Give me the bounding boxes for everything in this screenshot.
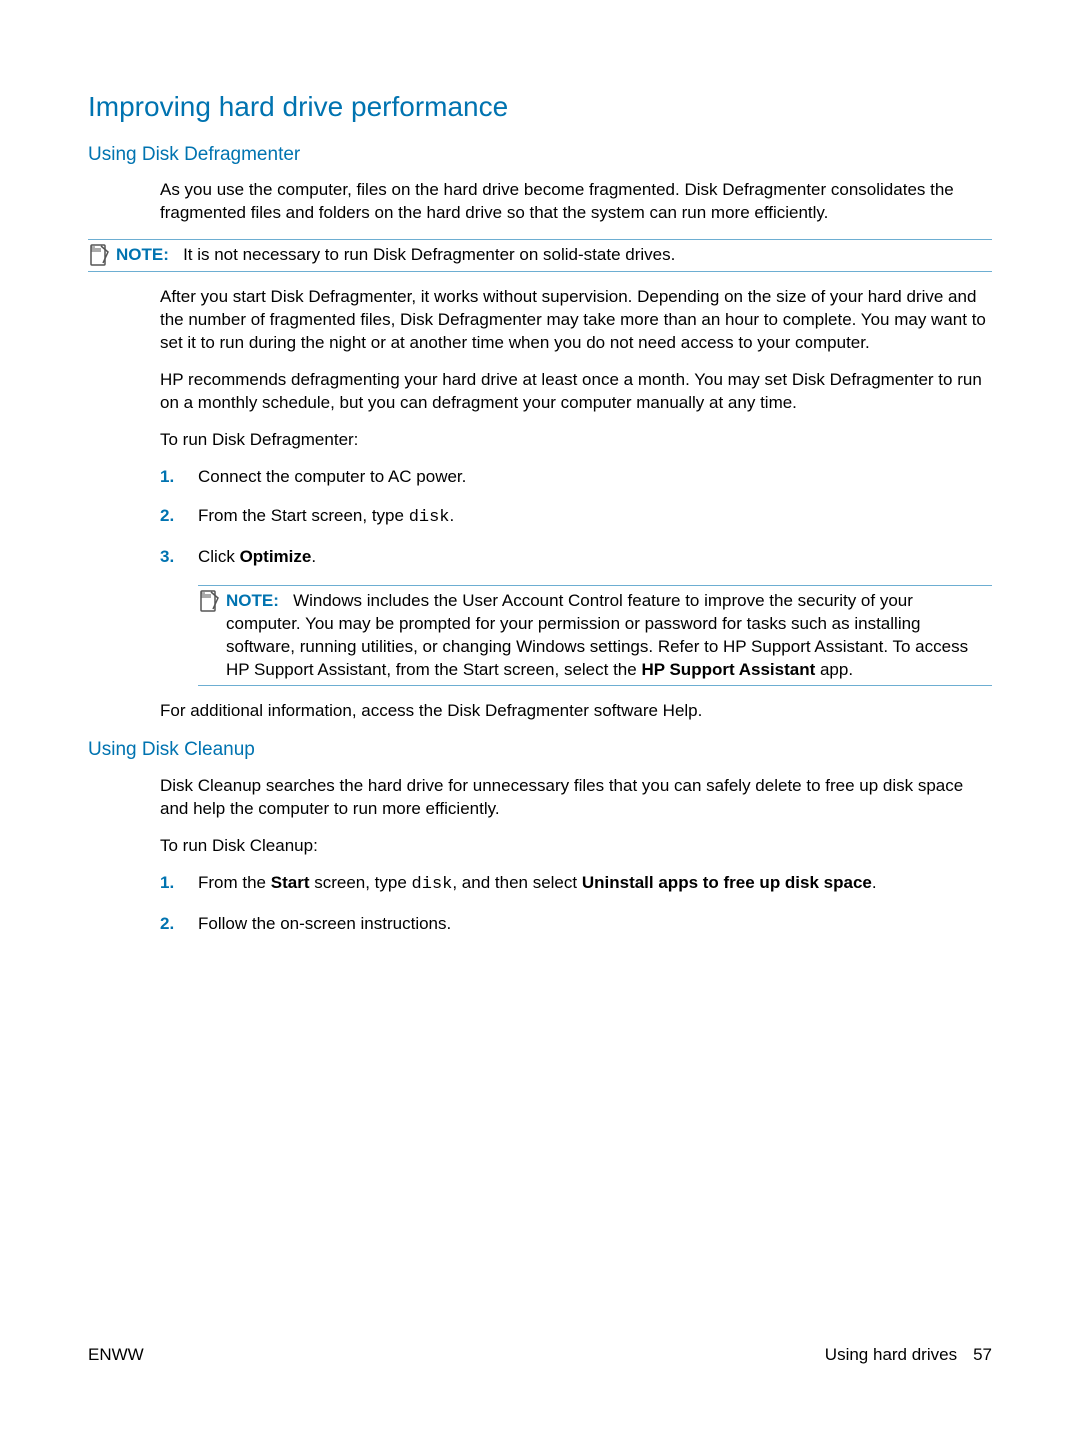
step-3: Click Optimize. <box>160 546 992 569</box>
step-1-pre: From the <box>198 873 271 892</box>
step-1-text: Connect the computer to AC power. <box>198 467 466 486</box>
note-icon <box>88 244 110 273</box>
step-3-pre: Click <box>198 547 240 566</box>
footer-right: Using hard drives 57 <box>825 1344 992 1367</box>
para-s1-to-run: To run Disk Defragmenter: <box>160 429 992 452</box>
step-1-mid1: screen, type <box>309 873 411 892</box>
para-s2-to-run: To run Disk Cleanup: <box>160 835 992 858</box>
heading-using-disk-defragmenter: Using Disk Defragmenter <box>88 142 992 168</box>
step-2-pre: From the Start screen, type <box>198 506 409 525</box>
step-3-post: . <box>311 547 316 566</box>
step-1: Connect the computer to AC power. <box>160 466 992 489</box>
note-text: It is not necessary to run Disk Defragme… <box>183 245 675 264</box>
para-s1-after-start: After you start Disk Defragmenter, it wo… <box>160 286 992 355</box>
steps-cleanup: From the Start screen, type disk, and th… <box>160 872 992 936</box>
steps-defragmenter: Connect the computer to AC power. From t… <box>160 466 992 569</box>
step-1-mid2: , and then select <box>452 873 581 892</box>
para-s1-hp-recommends: HP recommends defragmenting your hard dr… <box>160 369 992 415</box>
note-uac: NOTE: Windows includes the User Account … <box>198 585 992 687</box>
note-ssd: NOTE: It is not necessary to run Disk De… <box>88 239 992 272</box>
note-uac-pre: Windows includes the User Account Contro… <box>226 591 968 679</box>
note-label: NOTE: <box>226 591 279 610</box>
step-1-mono: disk <box>412 875 453 894</box>
heading-using-disk-cleanup: Using Disk Cleanup <box>88 737 992 763</box>
step-2-mono: disk <box>409 508 450 527</box>
step-2-post: . <box>450 506 455 525</box>
step-3-bold: Optimize <box>240 547 312 566</box>
step-1-post: . <box>872 873 877 892</box>
para-s1-intro: As you use the computer, files on the ha… <box>160 179 992 225</box>
step-1-b2: Uninstall apps to free up disk space <box>582 873 872 892</box>
document-page: Improving hard drive performance Using D… <box>0 0 1080 1437</box>
step-1-b1: Start <box>271 873 310 892</box>
para-s1-additional-info: For additional information, access the D… <box>160 700 992 723</box>
page-footer: ENWW Using hard drives 57 <box>88 1344 992 1367</box>
step-2-text: Follow the on-screen instructions. <box>198 914 451 933</box>
para-s2-intro: Disk Cleanup searches the hard drive for… <box>160 775 992 821</box>
footer-left: ENWW <box>88 1344 144 1367</box>
note-icon <box>198 590 220 619</box>
footer-section-title: Using hard drives <box>825 1345 957 1364</box>
note-label: NOTE: <box>116 245 169 264</box>
step-2: Follow the on-screen instructions. <box>160 913 992 936</box>
step-2: From the Start screen, type disk. <box>160 505 992 530</box>
page-number: 57 <box>973 1345 992 1364</box>
step-1: From the Start screen, type disk, and th… <box>160 872 992 897</box>
note-uac-post: app. <box>815 660 853 679</box>
heading-improving-hard-drive-performance: Improving hard drive performance <box>88 88 992 126</box>
note-uac-bold: HP Support Assistant <box>641 660 815 679</box>
